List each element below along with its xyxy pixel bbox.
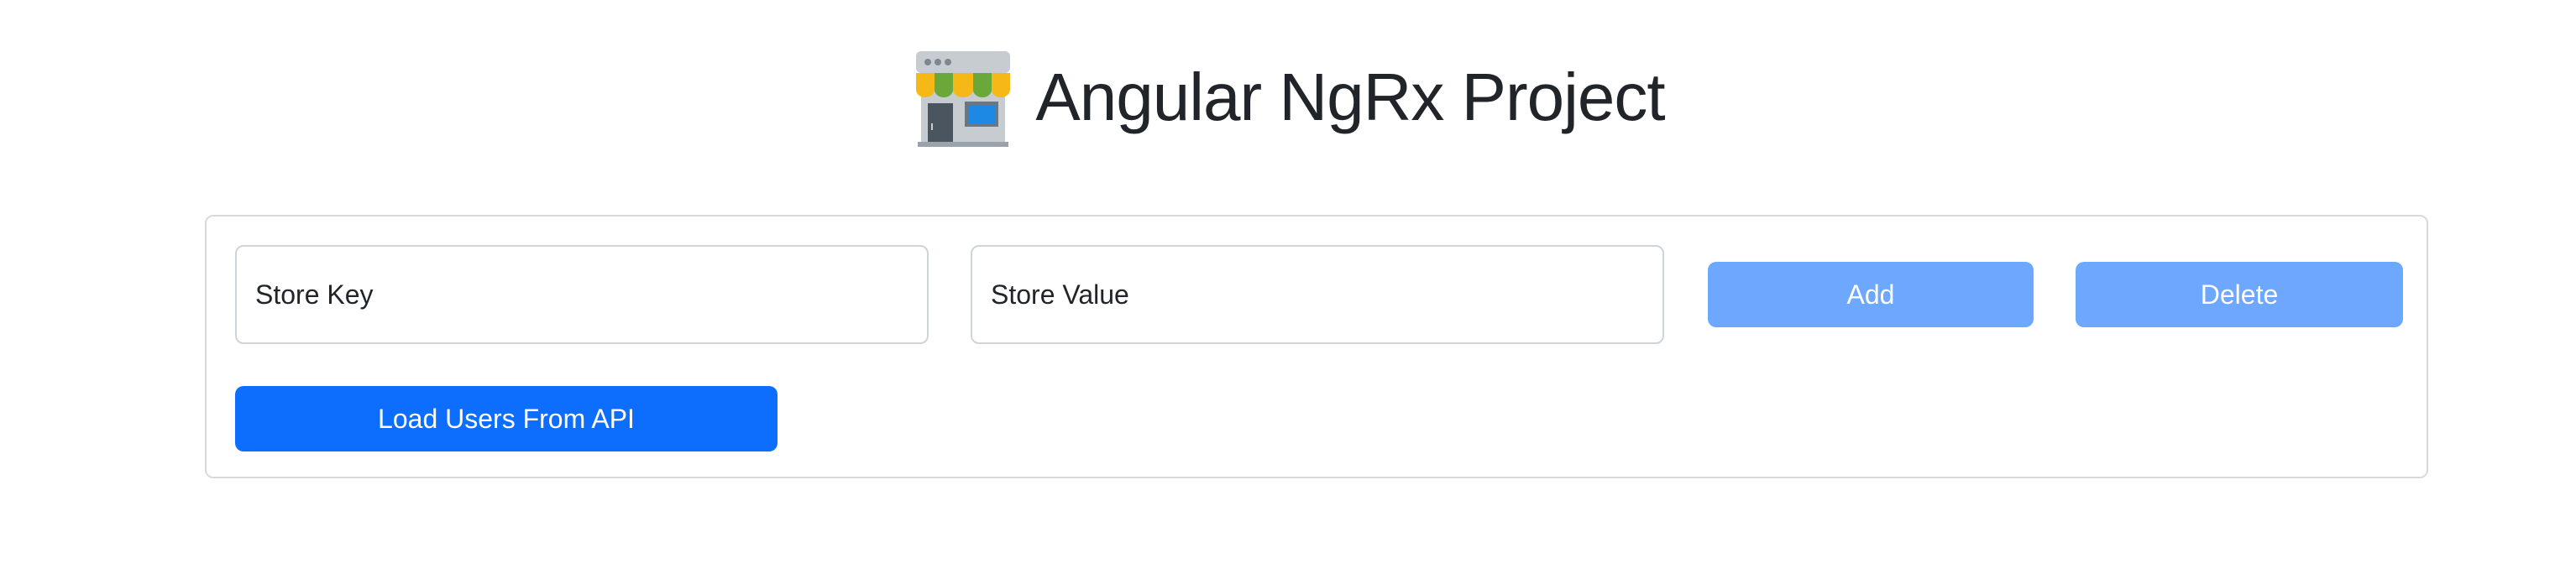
delete-button[interactable]: Delete <box>2076 262 2403 327</box>
store-form-card: Add Delete Load Users From API <box>205 215 2428 478</box>
add-button[interactable]: Add <box>1708 262 2034 327</box>
store-value-input[interactable] <box>971 245 1664 344</box>
title-group: Angular NgRx Project <box>911 48 1666 147</box>
load-users-button[interactable]: Load Users From API <box>235 386 778 451</box>
convenience-store-icon <box>916 51 1011 147</box>
page-title: Angular NgRx Project <box>1035 60 1665 134</box>
app-page: Angular NgRx Project Add Delete Load Use… <box>0 0 2576 574</box>
page-header: Angular NgRx Project <box>0 47 2576 148</box>
store-key-input[interactable] <box>235 245 929 344</box>
